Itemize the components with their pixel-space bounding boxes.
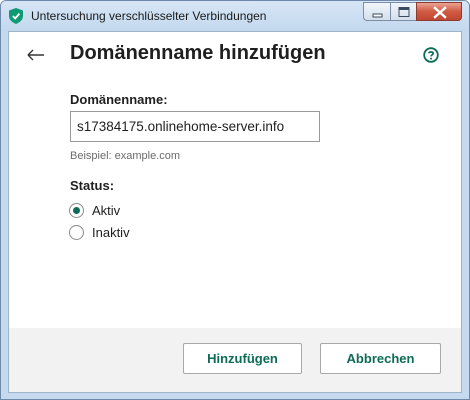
dialog-footer: Hinzufügen Abbrechen xyxy=(9,328,461,392)
close-button[interactable] xyxy=(416,2,462,21)
minimize-button[interactable] xyxy=(363,2,390,21)
kaspersky-shield-icon xyxy=(9,8,23,24)
radio-active[interactable] xyxy=(69,203,84,218)
domain-name-label: Domänenname: xyxy=(70,92,168,107)
close-icon xyxy=(433,6,447,19)
status-label: Status: xyxy=(70,178,115,193)
add-button[interactable]: Hinzufügen xyxy=(183,343,302,374)
status-option-label: Inaktiv xyxy=(92,225,130,240)
dialog-content: Domänenname hinzufügen Domänenname: Beis… xyxy=(8,31,462,393)
page-title: Domänenname hinzufügen xyxy=(70,42,326,64)
title-bar[interactable]: Untersuchung verschlüsselter Verbindunge… xyxy=(1,1,469,31)
cancel-button[interactable]: Abbrechen xyxy=(320,343,441,374)
domain-hint: Beispiel: example.com xyxy=(70,150,181,162)
domain-name-input[interactable] xyxy=(70,111,320,142)
minimize-icon xyxy=(372,13,383,18)
arrow-left-icon[interactable] xyxy=(27,49,45,61)
maximize-button[interactable] xyxy=(390,2,416,21)
radio-inactive[interactable] xyxy=(69,225,84,240)
maximize-icon xyxy=(398,7,410,17)
question-circle-icon[interactable] xyxy=(423,47,439,63)
status-option-label: Aktiv xyxy=(92,203,121,218)
window-title: Untersuchung verschlüsselter Verbindunge… xyxy=(31,9,267,23)
dialog-window: Untersuchung verschlüsselter Verbindunge… xyxy=(0,0,470,400)
